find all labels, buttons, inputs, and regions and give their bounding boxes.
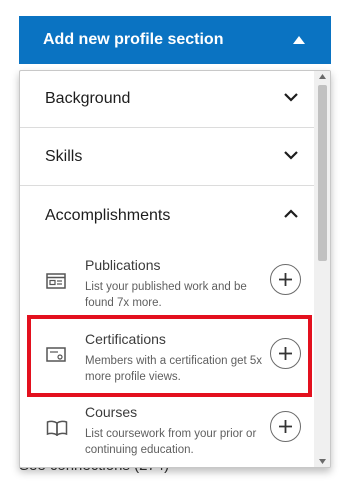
chevron-down-icon [284,93,298,102]
add-profile-section-button[interactable]: Add new profile section [19,16,331,64]
scroll-down-arrow-icon[interactable] [319,459,326,464]
publication-icon [46,273,66,289]
certificate-icon [46,347,66,362]
chevron-up-icon [284,209,298,218]
accomplishment-item-certifications: Certifications Members with a certificat… [20,319,314,389]
item-title: Courses [85,404,138,420]
accomplishment-item-courses: Courses List coursework from your prior … [20,392,314,462]
chevron-down-icon [284,151,298,160]
plus-icon [279,420,292,433]
scrollbar-thumb[interactable] [318,85,327,261]
scroll-up-arrow-icon[interactable] [319,74,326,79]
book-icon [46,420,68,436]
chevron-up-icon [293,36,305,44]
plus-icon [279,273,292,286]
item-title: Publications [85,257,161,273]
section-skills[interactable]: Skills [20,129,314,186]
item-title: Certifications [85,331,166,347]
plus-icon [279,347,292,360]
item-description: List your published work and be found 7x… [85,281,247,309]
add-course-button[interactable] [270,411,301,442]
item-description: Members with a certification get 5x more… [85,355,263,383]
item-description: List coursework from your prior or conti… [85,428,257,456]
accomplishment-item-publications: Publications List your published work an… [20,245,314,315]
section-accomplishments[interactable]: Accomplishments [20,187,314,244]
dropdown-scrollbar[interactable] [314,71,330,467]
add-certification-button[interactable] [270,338,301,369]
add-profile-section-label: Add new profile section [43,31,224,48]
profile-section-dropdown: Background Skills Accomplishments Public… [19,70,331,468]
section-label: Accomplishments [45,206,171,224]
screen: Add new profile section See connections … [0,0,355,488]
section-background[interactable]: Background [20,71,314,128]
section-label: Skills [45,148,83,165]
section-label: Background [45,90,131,107]
add-publication-button[interactable] [270,264,301,295]
